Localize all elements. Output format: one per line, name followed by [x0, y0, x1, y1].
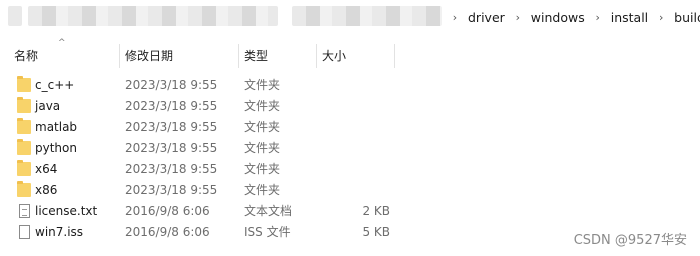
address-bar[interactable]: › driver › windows › install › build	[0, 0, 700, 34]
file-date: 2016/9/8 6:06	[125, 204, 210, 218]
breadcrumb-driver[interactable]: driver	[462, 10, 511, 25]
file-date: 2023/3/18 9:55	[125, 99, 218, 113]
breadcrumb-install[interactable]: install	[605, 10, 654, 25]
file-name: java	[35, 99, 61, 113]
folder-icon	[17, 97, 31, 113]
file-name: python	[35, 141, 77, 155]
column-size[interactable]: 大小	[316, 34, 394, 76]
text-file-icon	[19, 204, 30, 218]
chevron-right-icon: ›	[515, 10, 520, 24]
file-date: 2023/3/18 9:55	[125, 141, 218, 155]
file-type: 文件夹	[244, 78, 281, 92]
file-size: 2 KB	[362, 204, 390, 218]
column-type[interactable]: 类型	[238, 34, 316, 76]
column-name[interactable]: 名称	[8, 34, 118, 76]
file-name: x64	[35, 162, 58, 176]
watermark: CSDN @9527华安	[573, 233, 687, 248]
file-name: c_c++	[35, 78, 75, 92]
folder-icon	[17, 76, 31, 92]
breadcrumb-build[interactable]: build	[668, 10, 700, 25]
file-type: 文件夹	[244, 99, 281, 113]
file-size: 5 KB	[362, 225, 390, 239]
folder-icon	[17, 160, 31, 176]
file-type: 文本文档	[244, 204, 293, 218]
file-date: 2023/3/18 9:55	[125, 78, 218, 92]
file-icon	[19, 225, 30, 239]
column-type-label: 类型	[244, 48, 269, 63]
file-type: 文件夹	[244, 183, 281, 197]
column-modified[interactable]: 修改日期	[119, 34, 237, 76]
breadcrumb-windows[interactable]: windows	[525, 10, 591, 25]
file-type: 文件夹	[244, 162, 281, 176]
list-item[interactable]: license.txt 2016/9/8 6:06 文本文档 2 KB	[0, 201, 700, 222]
list-item[interactable]: c_c++ 2023/3/18 9:55 文件夹	[0, 75, 700, 96]
file-list: c_c++ 2023/3/18 9:55 文件夹 java 2023/3/18 …	[0, 75, 700, 243]
file-type: ISS 文件	[244, 225, 291, 239]
file-name: matlab	[35, 120, 78, 134]
chevron-right-icon: ›	[452, 10, 458, 24]
column-name-label: 名称	[14, 48, 39, 63]
file-date: 2023/3/18 9:55	[125, 162, 218, 176]
file-date: 2023/3/18 9:55	[125, 183, 218, 197]
file-name: win7.iss	[35, 225, 84, 239]
file-type: 文件夹	[244, 141, 281, 155]
file-name: x86	[35, 183, 58, 197]
chevron-right-icon: ›	[658, 10, 664, 24]
folder-icon	[17, 118, 31, 134]
list-item[interactable]: python 2023/3/18 9:55 文件夹	[0, 138, 700, 159]
column-divider[interactable]	[394, 44, 395, 68]
redacted-path	[28, 6, 278, 26]
file-type: 文件夹	[244, 120, 281, 134]
folder-icon	[17, 181, 31, 197]
list-item[interactable]: x86 2023/3/18 9:55 文件夹	[0, 180, 700, 201]
column-modified-label: 修改日期	[125, 48, 174, 63]
column-size-label: 大小	[322, 48, 347, 63]
folder-icon	[17, 139, 31, 155]
column-header: ^ 名称 修改日期 类型 大小	[0, 34, 700, 76]
list-item[interactable]: java 2023/3/18 9:55 文件夹	[0, 96, 700, 117]
file-name: license.txt	[35, 204, 98, 218]
list-item[interactable]: x64 2023/3/18 9:55 文件夹	[0, 159, 700, 180]
redacted-path	[292, 6, 442, 26]
chevron-right-icon: ›	[595, 10, 600, 24]
breadcrumb: › driver › windows › install › build	[448, 0, 700, 34]
file-date: 2016/9/8 6:06	[125, 225, 210, 239]
redacted-path	[8, 6, 22, 26]
list-item[interactable]: matlab 2023/3/18 9:55 文件夹	[0, 117, 700, 138]
file-date: 2023/3/18 9:55	[125, 120, 218, 134]
